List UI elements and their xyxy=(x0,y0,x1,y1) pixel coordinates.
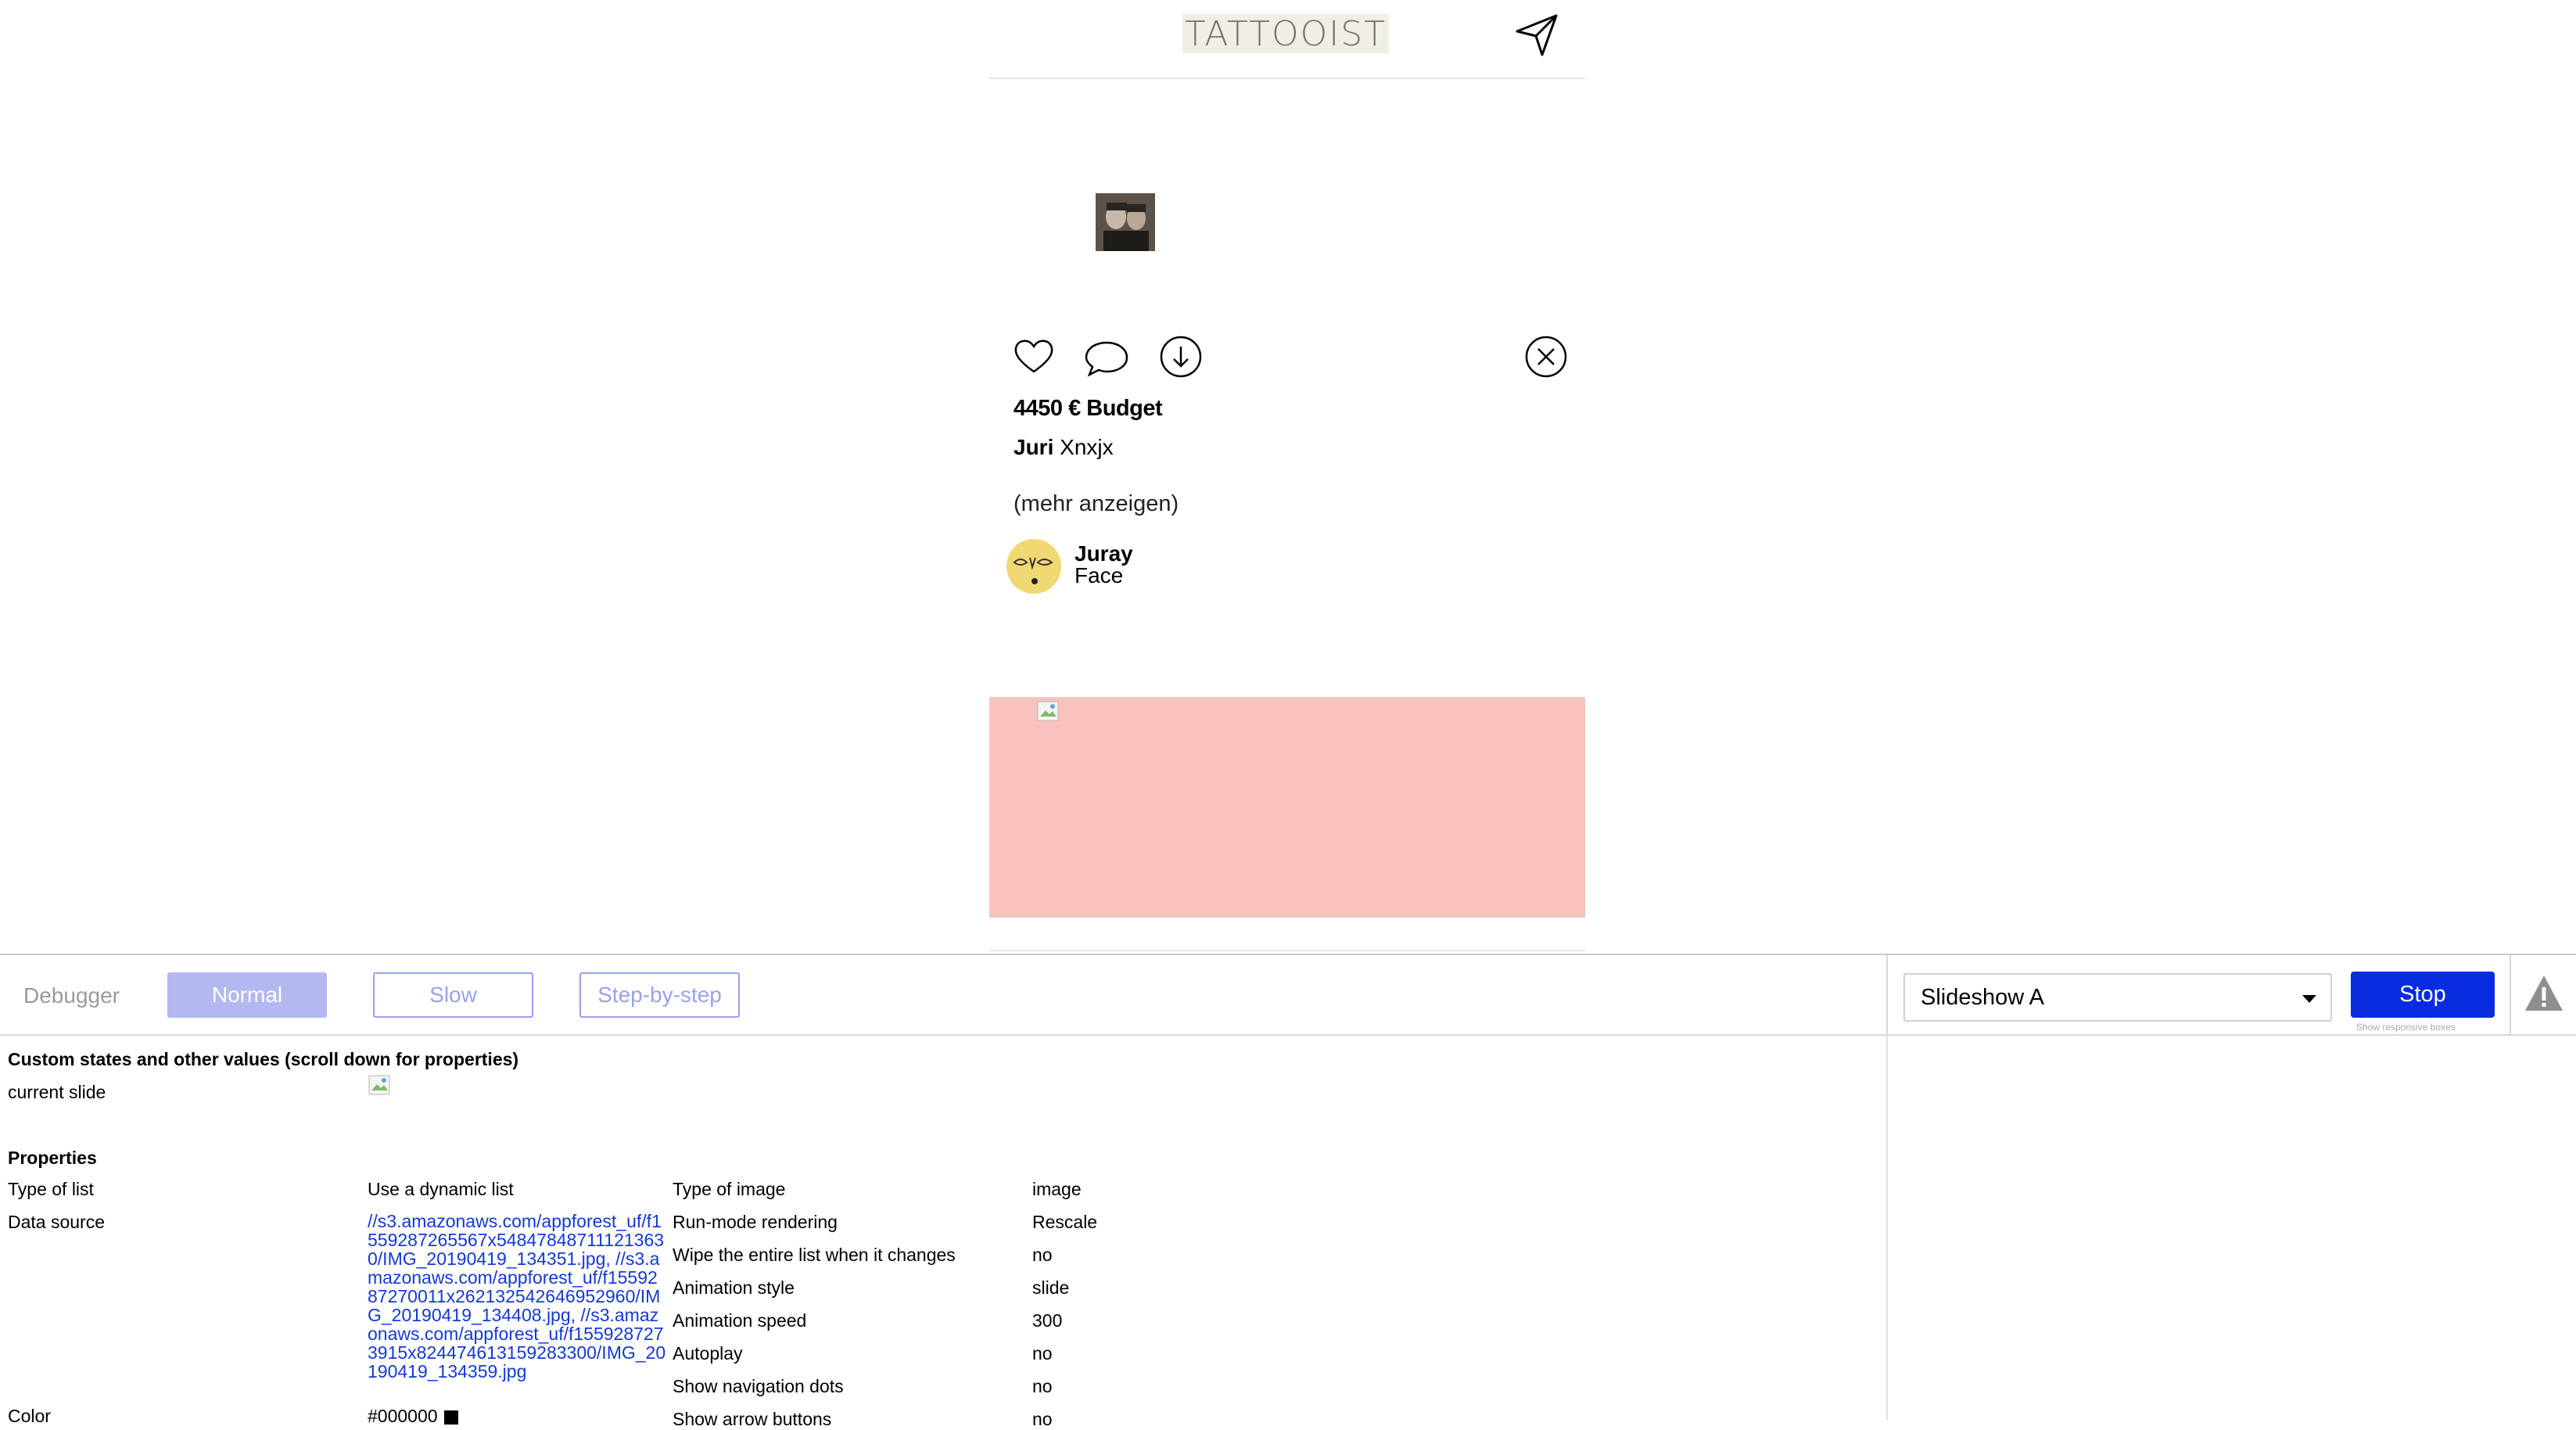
custom-states-title: Custom states and other values (scroll d… xyxy=(8,1049,519,1069)
prop-label-animation-style: Animation style xyxy=(673,1277,795,1298)
current-slide-image-icon xyxy=(368,1075,390,1095)
prop-value-type-of-image: image xyxy=(1032,1179,1082,1199)
prop-label-color: Color xyxy=(8,1406,51,1426)
header-divider xyxy=(989,77,1585,79)
mode-normal-button[interactable]: Normal xyxy=(167,972,327,1018)
properties-title: Properties xyxy=(8,1148,97,1168)
prop-value-wipe-list: no xyxy=(1032,1245,1053,1265)
prop-value-navigation-dots: no xyxy=(1032,1376,1053,1396)
prop-label-run-mode-rendering: Run-mode rendering xyxy=(673,1212,838,1232)
prop-label-arrow-buttons: Show arrow buttons xyxy=(673,1409,832,1429)
tattooist-logo[interactable]: TATTOOIST xyxy=(1182,14,1389,54)
app-preview: TATTOOIST 4450 € Budget Juri Xnxjx (mehr… xyxy=(0,0,2576,953)
stop-button[interactable]: Stop xyxy=(2351,972,2495,1018)
prop-label-type-of-list: Type of list xyxy=(8,1179,94,1199)
color-swatch xyxy=(443,1410,458,1425)
element-select[interactable]: Slideshow A xyxy=(1903,973,2332,1022)
prop-value-color-text: #000000 xyxy=(368,1406,438,1426)
prop-value-data-source[interactable]: //s3.amazonaws.com/appforest_uf/f1559287… xyxy=(368,1212,666,1381)
commenter-subtitle: Face xyxy=(1075,563,1124,587)
debugger-label: Debugger xyxy=(23,983,120,1008)
prop-value-autoplay: no xyxy=(1032,1343,1053,1364)
prop-value-animation-style: slide xyxy=(1032,1277,1070,1298)
prop-label-navigation-dots: Show navigation dots xyxy=(673,1376,844,1396)
slideshow-area[interactable] xyxy=(989,697,1585,918)
panel-divider xyxy=(1886,1034,1888,1421)
prop-value-arrow-buttons: no xyxy=(1032,1409,1053,1429)
element-select-value: Slideshow A xyxy=(1921,984,2044,1010)
prop-label-type-of-image: Type of image xyxy=(673,1179,786,1199)
prop-value-animation-speed: 300 xyxy=(1032,1310,1063,1331)
prop-label-data-source: Data source xyxy=(8,1212,106,1232)
avatar[interactable] xyxy=(1006,539,1061,594)
prop-label-autoplay: Autoplay xyxy=(673,1343,743,1364)
current-slide-label: current slide xyxy=(8,1082,106,1102)
comment-icon[interactable] xyxy=(1083,335,1130,382)
show-more-link[interactable]: (mehr anzeigen) xyxy=(1014,491,1179,517)
post-thumbnail[interactable] xyxy=(1096,193,1155,251)
toolbar-divider xyxy=(1886,955,1888,1034)
prop-value-run-mode-rendering: Rescale xyxy=(1032,1212,1098,1232)
avatar-image xyxy=(1006,539,1061,594)
close-icon[interactable] xyxy=(1523,333,1570,380)
prop-value-type-of-list: Use a dynamic list xyxy=(368,1179,514,1199)
show-responsive-boxes-link[interactable]: Show responsive boxes xyxy=(2356,1022,2456,1033)
prop-value-color: #000000 xyxy=(368,1406,458,1427)
prop-label-wipe-list: Wipe the entire list when it changes xyxy=(673,1245,956,1265)
budget-text: 4450 € Budget xyxy=(1014,396,1163,421)
post-author-name: Juri xyxy=(1014,435,1054,459)
mode-slow-button[interactable]: Slow xyxy=(373,972,533,1018)
post-author: Juri Xnxjx xyxy=(1014,435,1114,460)
download-icon[interactable] xyxy=(1157,333,1204,380)
broken-image-icon xyxy=(1037,701,1059,721)
post-author-text: Xnxjx xyxy=(1060,435,1114,459)
preview-divider xyxy=(989,950,1585,951)
warning-icon[interactable] xyxy=(2524,973,2564,1014)
photo-image xyxy=(1096,193,1155,251)
prop-label-animation-speed: Animation speed xyxy=(673,1310,807,1331)
chevron-down-icon xyxy=(2302,995,2316,1003)
toolbar-divider xyxy=(2510,955,2511,1034)
mode-step-button[interactable]: Step-by-step xyxy=(579,972,740,1018)
send-icon[interactable] xyxy=(1512,11,1561,59)
debugger-toolbar: Debugger Normal Slow Step-by-step Slides… xyxy=(0,955,2576,1036)
heart-icon[interactable] xyxy=(1010,332,1057,379)
